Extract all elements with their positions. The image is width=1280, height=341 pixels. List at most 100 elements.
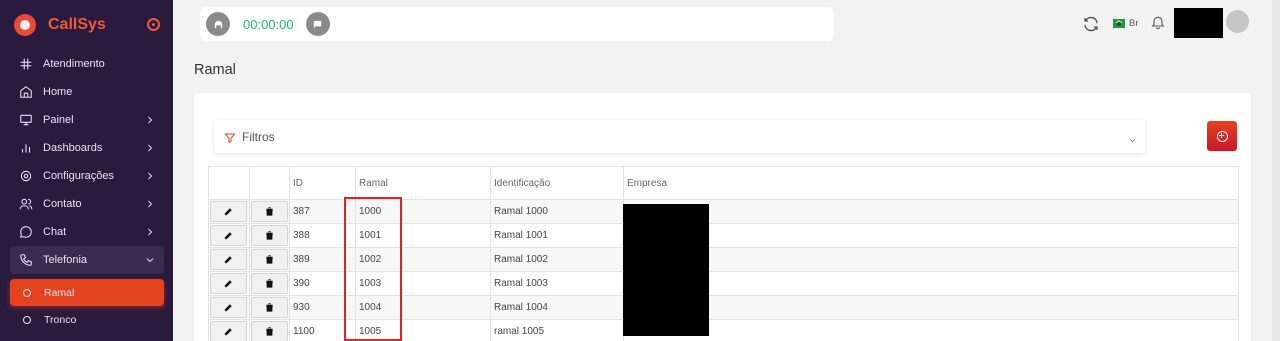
sidebar-item-label: Home xyxy=(43,86,73,98)
sidebar-item-dashboards[interactable]: Dashboards xyxy=(10,134,164,162)
chevron-right-icon xyxy=(144,170,156,182)
delete-button[interactable] xyxy=(251,321,288,341)
scrollbar[interactable] xyxy=(1272,0,1280,341)
column-header-id[interactable]: ID xyxy=(289,166,356,200)
edit-button[interactable] xyxy=(210,201,247,222)
edit-icon xyxy=(224,256,232,264)
sidebar-item-telefonia[interactable]: Telefonia xyxy=(10,246,164,274)
empresa-column-redacted xyxy=(623,204,709,336)
home-icon xyxy=(19,85,33,99)
phone-icon xyxy=(19,253,33,267)
sidebar-item-home[interactable]: Home xyxy=(10,78,164,106)
cell-id: 930 xyxy=(289,295,356,320)
sidebar-item-chat[interactable]: Chat xyxy=(10,218,164,246)
chevron-down-icon xyxy=(144,254,156,266)
column-header-delete xyxy=(249,166,290,200)
column-header-identificacao[interactable]: Identificação xyxy=(490,166,624,200)
filters-label: Filtros xyxy=(242,129,275,144)
table-row: 930 1004 Ramal 1004 xyxy=(208,295,1239,320)
column-header-edit xyxy=(208,166,250,200)
edit-icon xyxy=(224,208,232,216)
table-row: 387 1000 Ramal 1000 xyxy=(208,199,1239,224)
slack-icon xyxy=(19,57,33,71)
sidebar-item-label: Chat xyxy=(43,226,67,238)
add-ramal-button[interactable] xyxy=(1207,121,1237,151)
headset-button[interactable] xyxy=(206,12,230,36)
sidebar-subitem-label: Tronco xyxy=(44,313,77,326)
sidebar-item-label: Dashboards xyxy=(43,142,103,154)
sidebar-item-atendimento[interactable]: Atendimento xyxy=(10,50,164,78)
sidebar: CallSys Atendimento Home Painel Dashboar… xyxy=(0,0,173,341)
sidebar-item-painel[interactable]: Painel xyxy=(10,106,164,134)
edit-button[interactable] xyxy=(210,249,247,270)
trash-icon xyxy=(266,231,273,240)
page-title: Ramal xyxy=(194,62,236,78)
cell-empresa xyxy=(623,223,1239,248)
edit-icon xyxy=(224,304,232,312)
delete-button[interactable] xyxy=(251,249,288,270)
edit-icon xyxy=(224,280,232,288)
message-button[interactable] xyxy=(305,12,330,36)
delete-button[interactable] xyxy=(251,273,288,294)
cell-empresa xyxy=(623,319,1239,341)
table-row: 389 1002 Ramal 1002 xyxy=(208,247,1239,272)
chevron-right-icon xyxy=(144,198,156,210)
edit-button[interactable] xyxy=(210,225,247,246)
app-name: CallSys xyxy=(48,16,106,33)
filters-panel[interactable]: Filtros xyxy=(214,120,1145,153)
sidebar-toggle-icon[interactable] xyxy=(147,18,160,31)
bar-chart-icon xyxy=(19,141,33,155)
delete-button[interactable] xyxy=(251,201,288,222)
language-selector[interactable]: Br xyxy=(1129,18,1139,29)
delete-button[interactable] xyxy=(251,225,288,246)
edit-icon xyxy=(224,232,232,240)
trash-icon xyxy=(266,255,273,264)
user-name-redacted[interactable] xyxy=(1174,8,1223,38)
sidebar-item-label: Contato xyxy=(43,198,82,210)
ramal-table: ID Ramal Identificação Empresa 387 1000 … xyxy=(208,166,1239,341)
delete-button[interactable] xyxy=(251,297,288,318)
cell-ramal: 1003 xyxy=(355,271,491,296)
sidebar-item-label: Painel xyxy=(43,114,74,126)
chevron-right-icon xyxy=(144,226,156,238)
column-header-empresa[interactable]: Empresa xyxy=(623,166,1239,200)
call-bar: 00:00:00 xyxy=(200,7,834,41)
headset-icon xyxy=(214,20,222,28)
cell-empresa xyxy=(623,247,1239,272)
cell-identificacao: ramal 1005 xyxy=(490,319,624,341)
trash-icon xyxy=(266,279,273,288)
table-row: 1100 1005 ramal 1005 xyxy=(208,319,1239,341)
brand[interactable]: CallSys xyxy=(14,12,106,38)
cell-ramal: 1002 xyxy=(355,247,491,272)
edit-button[interactable] xyxy=(210,297,247,318)
cell-identificacao: Ramal 1004 xyxy=(490,295,624,320)
sidebar-item-label: Telefonia xyxy=(43,254,88,266)
cell-ramal: 1005 xyxy=(355,319,491,341)
sidebar-item-contato[interactable]: Contato xyxy=(10,190,164,218)
callsys-logo-icon xyxy=(14,14,36,36)
cell-id: 1100 xyxy=(289,319,356,341)
bell-icon[interactable] xyxy=(1150,14,1166,30)
cell-empresa xyxy=(623,295,1239,320)
brazil-flag-icon[interactable] xyxy=(1113,19,1125,28)
avatar[interactable] xyxy=(1226,10,1249,33)
sidebar-subitem-ramal[interactable]: Ramal xyxy=(10,279,164,306)
column-header-ramal[interactable]: Ramal xyxy=(355,166,491,200)
edit-icon xyxy=(224,328,232,336)
monitor-icon xyxy=(19,113,33,127)
users-icon xyxy=(19,197,33,211)
chevron-right-icon xyxy=(144,114,156,126)
edit-button[interactable] xyxy=(210,321,247,341)
refresh-icon[interactable] xyxy=(1082,15,1100,33)
cell-identificacao: Ramal 1003 xyxy=(490,271,624,296)
trash-icon xyxy=(266,207,273,216)
sidebar-item-configuracoes[interactable]: Configurações xyxy=(10,162,164,190)
sidebar-subitem-label: Ramal xyxy=(44,286,75,299)
sidebar-subitem-tronco[interactable]: Tronco xyxy=(10,306,164,333)
circle-icon xyxy=(23,315,31,324)
cell-empresa xyxy=(623,199,1239,224)
chevron-right-icon xyxy=(144,142,156,154)
trash-icon xyxy=(266,303,273,312)
edit-button[interactable] xyxy=(210,273,247,294)
call-timer: 00:00:00 xyxy=(243,16,294,32)
